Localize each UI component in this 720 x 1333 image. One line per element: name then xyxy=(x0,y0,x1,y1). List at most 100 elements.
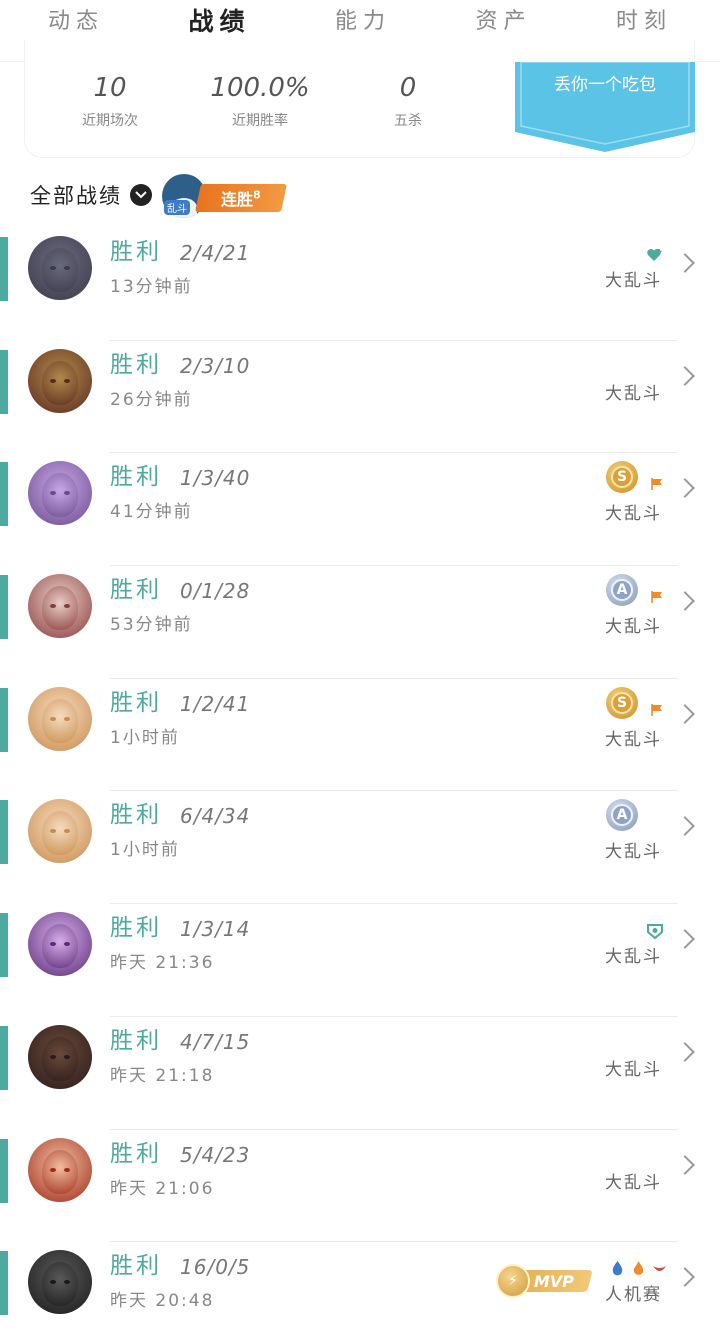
wind-icon xyxy=(651,1260,668,1277)
match-time: 1小时前 xyxy=(110,840,180,861)
tab-ability[interactable]: 能力 xyxy=(335,6,391,38)
win-streak-badge: 乱斗 连胜8 xyxy=(162,170,287,220)
match-kda: 6/4/34 xyxy=(180,804,251,829)
chevron-right-icon[interactable] xyxy=(675,478,695,499)
chevron-right-icon[interactable] xyxy=(675,816,695,837)
chevron-right-icon[interactable] xyxy=(675,253,695,273)
s-rank-coin-icon: S xyxy=(606,686,638,719)
match-row[interactable]: 胜利 1/3/14 昨天 21:36 大乱斗 xyxy=(0,904,720,1017)
match-row[interactable]: 胜利 0/1/28 53分钟前 A 大乱斗 xyxy=(0,566,720,679)
flag-icon xyxy=(651,703,662,716)
mvp-label: MVP xyxy=(533,1271,575,1291)
match-time: 1小时前 xyxy=(110,727,180,748)
streak-ribbon: 连胜8 xyxy=(195,184,287,212)
stat-value: 100.0% xyxy=(210,73,310,103)
stat-win-rate: 100.0% 近期胜率 xyxy=(185,70,335,130)
match-mode: 人机赛 xyxy=(605,1285,662,1306)
stat-value: 0 xyxy=(399,73,417,103)
streak-label: 连胜 xyxy=(221,190,254,209)
match-mode: 大乱斗 xyxy=(605,729,662,750)
chevron-right-icon[interactable] xyxy=(675,1267,695,1288)
s-rank-coin-icon: S xyxy=(606,461,638,494)
win-indicator xyxy=(0,462,8,527)
water-drop-icon xyxy=(609,1260,626,1277)
win-indicator xyxy=(0,913,8,978)
match-row[interactable]: 胜利 16/0/5 昨天 20:48 MVP ⚡ 人机赛 xyxy=(0,1242,720,1333)
match-result: 胜利 xyxy=(110,1140,162,1167)
match-result: 胜利 xyxy=(110,802,162,829)
win-indicator xyxy=(0,349,8,414)
mvp-icon: MVP ⚡ xyxy=(496,1264,593,1299)
chevron-right-icon[interactable] xyxy=(675,365,695,386)
match-kda: 16/0/5 xyxy=(180,1255,251,1280)
chevron-right-icon[interactable] xyxy=(675,1154,695,1175)
match-result: 胜利 xyxy=(110,351,162,378)
match-mode: 大乱斗 xyxy=(605,1172,662,1193)
win-indicator xyxy=(0,687,8,752)
match-row[interactable]: 胜利 1/3/40 41分钟前 S 大乱斗 xyxy=(0,453,720,567)
match-time: 昨天 20:48 xyxy=(110,1291,215,1312)
champion-avatar xyxy=(28,686,92,751)
match-row[interactable]: 胜利 5/4/23 昨天 21:06 大乱斗 xyxy=(0,1130,720,1243)
chevron-down-icon[interactable] xyxy=(130,184,152,206)
a-rank-coin-icon: A xyxy=(606,574,638,607)
match-mode: 大乱斗 xyxy=(605,947,662,968)
tab-moments[interactable]: 时刻 xyxy=(616,6,672,38)
match-mode: 大乱斗 xyxy=(605,1059,662,1080)
flame-icon xyxy=(630,1260,647,1277)
match-time: 昨天 21:36 xyxy=(110,953,215,974)
stat-label: 五杀 xyxy=(394,113,422,129)
match-kda: 5/4/23 xyxy=(180,1142,251,1167)
match-kda: 1/3/40 xyxy=(180,466,251,491)
win-indicator xyxy=(0,1251,8,1316)
match-time: 41分钟前 xyxy=(110,502,193,523)
a-rank-coin-icon: A xyxy=(606,799,638,832)
win-indicator xyxy=(0,237,8,301)
chevron-right-icon[interactable] xyxy=(675,929,695,950)
match-filter[interactable]: 全部战绩 乱斗 连胜8 xyxy=(30,160,287,230)
champion-avatar xyxy=(28,1137,92,1202)
tab-dynamic[interactable]: 动态 xyxy=(48,6,104,38)
win-indicator xyxy=(0,800,8,865)
champion-avatar xyxy=(28,461,92,526)
match-result: 胜利 xyxy=(110,1253,162,1280)
match-row[interactable]: 胜利 4/7/15 昨天 21:18 大乱斗 xyxy=(0,1017,720,1130)
match-kda: 2/4/21 xyxy=(180,241,251,265)
match-result: 胜利 xyxy=(110,577,162,604)
match-row[interactable]: 胜利 6/4/34 1小时前 A 大乱斗 xyxy=(0,791,720,905)
stat-recent-games: 10 近期场次 xyxy=(35,70,185,130)
match-mode: 大乱斗 xyxy=(605,617,662,638)
tab-match-history[interactable]: 战绩 xyxy=(188,6,250,38)
heart-plus-icon xyxy=(647,249,662,261)
match-time: 昨天 21:18 xyxy=(110,1065,215,1086)
match-kda: 4/7/15 xyxy=(180,1029,251,1054)
chevron-right-icon[interactable] xyxy=(675,591,695,611)
flag-icon xyxy=(651,478,662,491)
stat-penta-kills: 0 五杀 xyxy=(333,70,483,130)
chevron-right-icon[interactable] xyxy=(675,1041,695,1062)
share-banner[interactable]: 丢你一个吃包 xyxy=(515,62,695,152)
match-mode: 大乱斗 xyxy=(605,383,662,404)
stat-value: 10 xyxy=(93,73,127,103)
champion-avatar xyxy=(28,236,92,300)
match-row[interactable]: 胜利 1/2/41 1小时前 S 大乱斗 xyxy=(0,679,720,792)
match-time: 26分钟前 xyxy=(110,389,193,410)
flag-icon xyxy=(651,591,662,604)
match-row[interactable]: 胜利 2/3/10 26分钟前 大乱斗 xyxy=(0,341,720,454)
match-mode: 大乱斗 xyxy=(605,842,662,863)
shield-icon xyxy=(647,924,663,940)
win-indicator xyxy=(0,1025,8,1090)
match-mode: 大乱斗 xyxy=(605,504,662,525)
match-result: 胜利 xyxy=(110,1027,162,1054)
chevron-right-icon[interactable] xyxy=(675,703,695,724)
win-indicator xyxy=(0,1138,8,1203)
match-row[interactable]: 胜利 2/4/21 13分钟前 大乱斗 xyxy=(0,228,720,341)
tab-assets[interactable]: 资产 xyxy=(475,6,531,38)
lane-icons xyxy=(609,1260,668,1277)
match-kda: 1/2/41 xyxy=(180,691,251,716)
champion-avatar xyxy=(28,348,92,413)
filter-label[interactable]: 全部战绩 xyxy=(30,180,122,210)
match-result: 胜利 xyxy=(110,915,162,942)
stat-label: 近期场次 xyxy=(82,113,138,129)
match-kda: 1/3/14 xyxy=(180,917,251,942)
